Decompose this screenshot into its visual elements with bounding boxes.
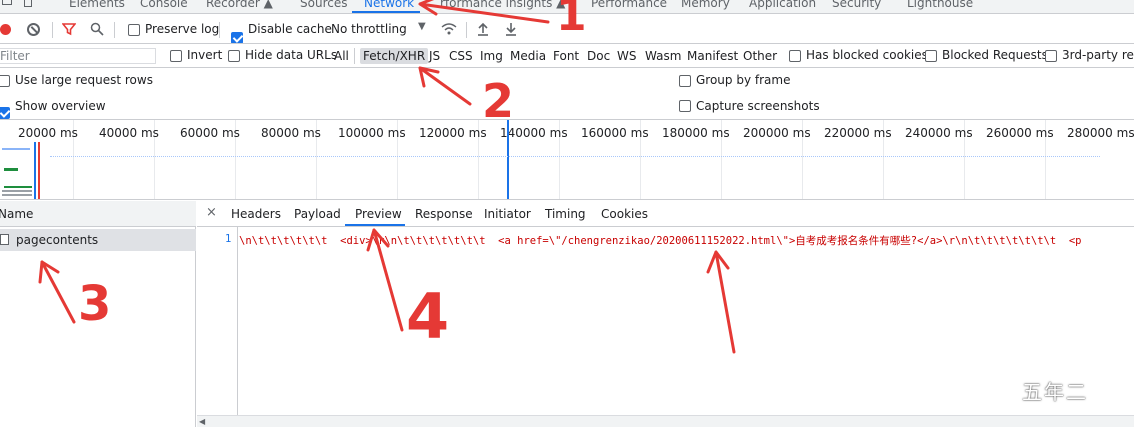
arrow-2: [418, 66, 472, 106]
watermark: 五年二: [1022, 380, 1088, 404]
arrow-5: [706, 250, 736, 354]
arrow-1: [418, 0, 550, 24]
annotation-arrows: [38, 0, 736, 354]
arrow-3: [38, 260, 76, 324]
arrow-4: [366, 228, 404, 332]
